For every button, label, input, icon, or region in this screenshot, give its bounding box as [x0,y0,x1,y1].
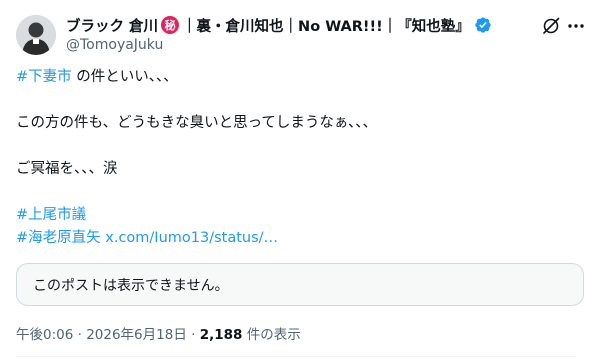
post-date[interactable]: 2026年6月18日 [86,327,187,343]
quote-unavailable-box: このポストは表示できません。 [16,263,584,306]
post-line-1-text: の件といい、、、 [71,69,178,85]
author-name-row[interactable]: ブラック 倉川 秘 ｜裏・倉川知也｜No WAR!!!｜『知也塾』 [66,14,532,36]
more-icon[interactable] [566,16,586,36]
quote-unavailable-text: このポストは表示できません。 [33,277,229,294]
post-line-5: #海老原直矢 x.com/Iumo13/status/… [16,227,576,250]
author-handle[interactable]: @TomoyaJuku [66,37,532,57]
secret-badge: 秘 [161,16,180,34]
avatar[interactable] [16,15,56,55]
post-link[interactable]: x.com/Iumo13/status/… [101,230,278,246]
verified-badge-icon[interactable] [474,16,492,34]
hashtag-ageo-shigi[interactable]: #上尾市議 [16,207,86,223]
post-header: ブラック 倉川 秘 ｜裏・倉川知也｜No WAR!!!｜『知也塾』 @Tomoy… [66,14,532,57]
view-count-label: 件の表示 [242,327,301,343]
post-text: #下妻市 の件といい、、、 この方の件も、どうもきな臭いと思ってしまうなぁ、、、… [16,66,576,250]
meta-separator: · [186,327,200,343]
post-line-3: ご冥福を、、、涙 [16,161,118,177]
post-meta: 午後0:06 · 2026年6月18日 · 2,188 件の表示 [16,323,301,343]
view-count: 2,188 [199,327,243,343]
meta-separator: · [73,327,87,343]
hashtag-ebihara[interactable]: #海老原直矢 [16,230,101,246]
post-line-4: #上尾市議 [16,204,576,227]
tweet-detail: ブラック 倉川 秘 ｜裏・倉川知也｜No WAR!!!｜『知也塾』 @Tomoy… [0,0,592,363]
hashtag-shimotsuma[interactable]: #下妻市 [16,69,72,85]
author-display-name[interactable]: ブラック 倉川 [66,15,158,36]
post-time[interactable]: 午後0:06 [16,327,73,343]
post-line-2: この方の件も、どうもきな臭いと思ってしまうなぁ、、、 [16,115,378,131]
post-line-1: #下妻市 の件といい、、、 [16,66,576,89]
grok-icon[interactable] [541,16,561,36]
author-display-name-suffix[interactable]: ｜裏・倉川知也｜No WAR!!!｜『知也塾』 [182,15,470,36]
divider [16,356,576,357]
